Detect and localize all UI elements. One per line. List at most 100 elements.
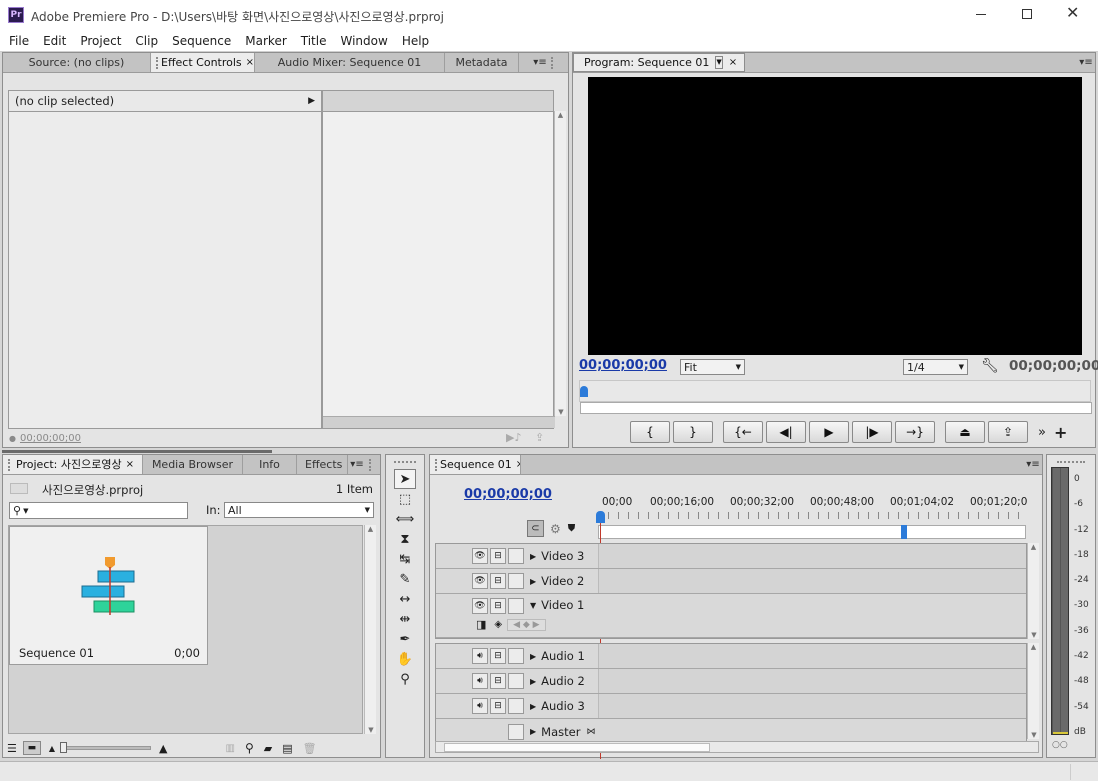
add-button[interactable]: + — [1054, 423, 1067, 442]
razor-tool-icon[interactable]: ✎ — [394, 569, 416, 589]
rate-stretch-tool-icon[interactable]: ↹ — [394, 549, 416, 569]
export-icon[interactable]: ⇪ — [535, 431, 544, 444]
sequence-thumbnail[interactable]: Sequence 01 0;00 — [9, 526, 208, 665]
audio-loop-icon[interactable]: ▶♪ — [506, 431, 521, 444]
slip-tool-icon[interactable]: ↔ — [394, 589, 416, 609]
search-input[interactable]: ⚲ ▼ — [9, 502, 188, 519]
eye-icon[interactable]: 👁︎ — [472, 573, 488, 589]
panel-menu-icon[interactable]: ▾≡ — [531, 57, 549, 68]
expand-arrow-icon[interactable]: ▶ — [308, 96, 315, 106]
panel-divider[interactable] — [2, 450, 272, 453]
sync-lock-icon[interactable]: ⊟ — [490, 698, 506, 714]
sync-lock-icon[interactable]: ⊟ — [490, 548, 506, 564]
slide-tool-icon[interactable]: ⇹ — [394, 609, 416, 629]
close-tab-icon[interactable]: × — [729, 54, 737, 71]
resolution-select[interactable]: 1/4 ▼ — [903, 359, 968, 375]
maximize-button[interactable] — [1022, 9, 1032, 19]
timeline-timecode[interactable]: 00;00;00;00 — [464, 487, 552, 502]
grip-icon[interactable] — [8, 458, 13, 471]
automate-icon[interactable]: ▥ — [226, 743, 235, 754]
sync-lock-icon[interactable]: ⊟ — [490, 673, 506, 689]
extract-button[interactable]: ⇪ — [988, 421, 1028, 443]
tab-effects[interactable]: Effects — [297, 455, 348, 474]
keyframe-menu-icon[interactable]: ◈ — [494, 619, 502, 630]
zoom-scrollbar[interactable] — [580, 402, 1092, 414]
tab-source[interactable]: Source: (no clips) — [3, 53, 151, 72]
mark-in-button[interactable]: { — [630, 421, 670, 443]
selection-tool-icon[interactable]: ➤ — [394, 469, 416, 489]
grip-icon[interactable] — [1057, 455, 1085, 463]
minimize-button[interactable] — [976, 14, 986, 15]
trash-icon[interactable]: 🗑︎ — [303, 742, 317, 755]
expand-arrow-icon[interactable]: ▶ — [530, 577, 536, 586]
find-icon[interactable]: ⚲ — [245, 741, 254, 755]
tab-project[interactable]: Project: 사진으로영상 × — [3, 455, 143, 474]
link-icon[interactable]: ⚙ — [550, 522, 561, 536]
vertical-scrollbar[interactable]: ▲ ▼ — [364, 525, 376, 734]
work-area-end-icon[interactable] — [901, 525, 907, 539]
icon-view-icon[interactable]: ▬ — [22, 741, 41, 755]
track-video-3[interactable]: 👁︎ ⊟ ▶ Video 3 — [436, 544, 1026, 569]
menu-file[interactable]: File — [2, 30, 36, 52]
track-lock-icon[interactable] — [508, 598, 524, 614]
display-style-icon[interactable]: ◨ — [476, 618, 486, 631]
new-bin-icon[interactable]: ▰ — [264, 742, 272, 755]
more-controls-icon[interactable]: » — [1038, 425, 1046, 440]
tab-metadata[interactable]: Metadata — [445, 53, 519, 72]
panel-menu-icon[interactable]: ▾≡ — [348, 459, 366, 470]
track-select-tool-icon[interactable]: ⬚ — [394, 489, 416, 509]
grip-icon[interactable] — [394, 455, 416, 463]
horizontal-scrollbar[interactable] — [323, 416, 555, 428]
effect-timecode[interactable]: ● 00;00;00;00 — [9, 433, 81, 444]
work-area-bar[interactable] — [598, 525, 1026, 539]
grip-icon[interactable] — [551, 56, 557, 69]
timeline-horizontal-scrollbar[interactable] — [435, 741, 1039, 753]
add-marker-icon[interactable]: ⛊ — [568, 523, 576, 534]
track-lock-icon[interactable] — [508, 723, 524, 740]
audio-scrollbar[interactable]: ▲ ▼ — [1027, 643, 1039, 739]
eye-icon[interactable]: 👁︎ — [472, 598, 488, 614]
tab-sequence[interactable]: Sequence 01 × — [430, 455, 521, 474]
panel-menu-icon[interactable]: ▾≡ — [1024, 459, 1042, 470]
menu-project[interactable]: Project — [73, 30, 128, 52]
track-audio-2[interactable]: 🔊︎ ⊟ ▶ Audio 2 — [436, 669, 1026, 694]
close-button[interactable]: ✕ — [1066, 3, 1079, 22]
zoom-out-icon[interactable]: ▲ — [49, 744, 55, 753]
video-scrollbar[interactable]: ▲ ▼ — [1027, 543, 1039, 639]
program-viewer[interactable] — [588, 77, 1082, 355]
rolling-edit-tool-icon[interactable]: ⧗ — [394, 529, 416, 549]
track-lock-icon[interactable] — [508, 698, 524, 714]
in-select[interactable]: All ▼ — [224, 502, 374, 518]
zoom-select[interactable]: Fit ▼ — [680, 359, 745, 375]
sync-lock-icon[interactable]: ⊟ — [490, 598, 506, 614]
track-audio-3[interactable]: 🔊︎ ⊟ ▶ Audio 3 — [436, 694, 1026, 719]
tab-info[interactable]: Info — [243, 455, 297, 474]
track-lock-icon[interactable] — [508, 648, 524, 664]
menu-title[interactable]: Title — [294, 30, 334, 52]
close-tab-icon[interactable]: × — [126, 455, 134, 474]
track-lock-icon[interactable] — [508, 573, 524, 589]
expand-arrow-icon[interactable]: ▶ — [530, 727, 536, 736]
track-video-1[interactable]: 👁︎ ⊟ ▼ Video 1 — [436, 594, 1026, 638]
grip-icon[interactable] — [435, 458, 437, 471]
play-button[interactable]: ▶ — [809, 421, 849, 443]
vertical-scrollbar[interactable]: ▲ ▼ — [554, 111, 566, 416]
menu-edit[interactable]: Edit — [36, 30, 73, 52]
playhead-icon[interactable] — [580, 386, 588, 397]
close-tab-icon[interactable]: × — [516, 455, 520, 474]
close-tab-icon[interactable]: × — [246, 53, 254, 72]
lift-button[interactable]: ⏏ — [945, 421, 985, 443]
expand-arrow-icon[interactable]: ▶ — [530, 702, 536, 711]
solo-buttons-icon[interactable]: ○○ — [1052, 740, 1068, 750]
step-back-button[interactable]: ◀| — [766, 421, 806, 443]
sync-lock-icon[interactable]: ⊟ — [490, 648, 506, 664]
chevron-down-icon[interactable]: ▼ — [715, 56, 723, 69]
expand-arrow-icon[interactable]: ▶ — [530, 652, 536, 661]
tab-program[interactable]: Program: Sequence 01 ▼ × — [573, 53, 745, 72]
speaker-icon[interactable]: 🔊︎ — [472, 673, 488, 689]
tab-effect-controls[interactable]: Effect Controls × — [151, 53, 255, 72]
track-lock-icon[interactable] — [508, 548, 524, 564]
program-timecode-left[interactable]: 00;00;00;00 — [579, 358, 667, 373]
new-item-icon[interactable]: ▤ — [282, 742, 292, 755]
zoom-tool-icon[interactable]: ⚲ — [394, 669, 416, 689]
